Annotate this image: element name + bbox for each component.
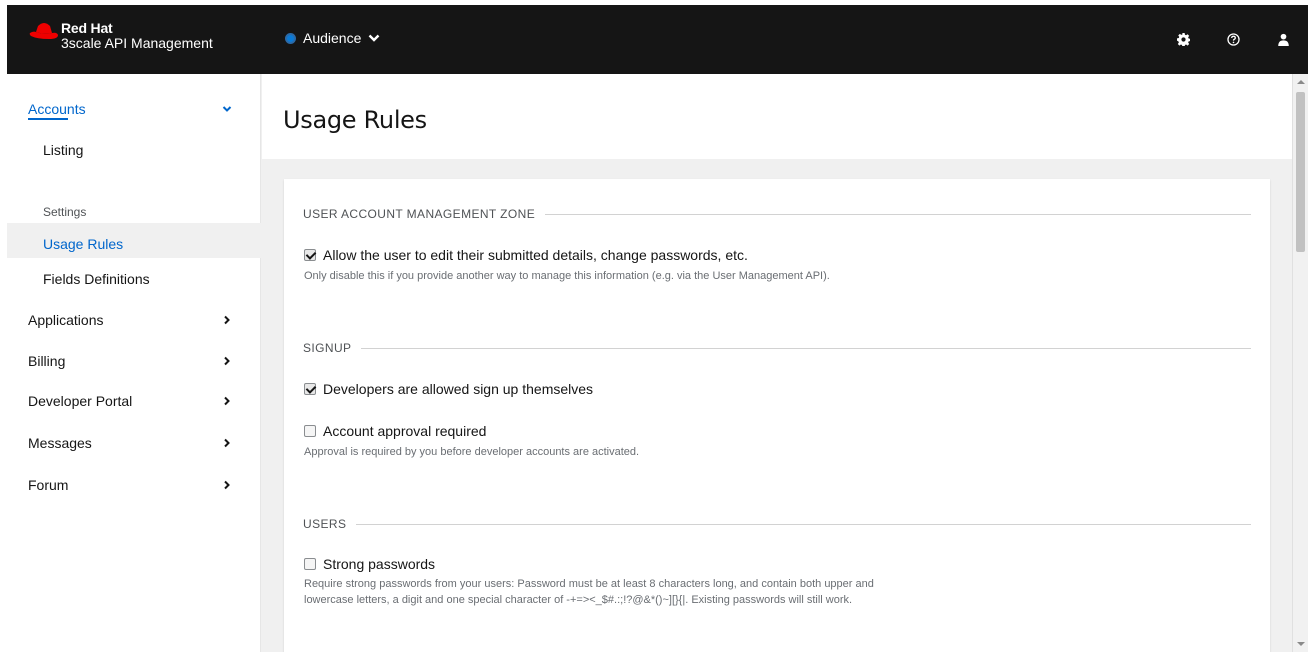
context-label: Audience [303,30,362,46]
edit-details-checkbox[interactable] [304,249,316,261]
context-selector[interactable]: Audience [285,30,380,46]
divider [545,213,1251,215]
page-header: Usage Rules [262,74,1292,159]
checkbox-label: Strong passwords [323,556,436,572]
help-text-line: lowercase letters, a digit and one speci… [304,594,853,606]
scroll-down-arrow-icon[interactable] [1297,642,1305,646]
chevron-right-icon[interactable] [222,396,232,406]
checkbox-label: Account approval required [323,423,487,439]
strong-passwords-checkbox-row[interactable]: Strong passwords [304,556,435,572]
chevron-right-icon[interactable] [222,356,232,366]
section-legend-signup: SIGNUP [303,341,1251,355]
sidebar-item-developer-portal[interactable]: Developer Portal [28,393,132,409]
section-legend-user-account: USER ACCOUNT MANAGEMENT ZONE [303,207,1251,221]
legend-text: USER ACCOUNT MANAGEMENT ZONE [303,207,536,221]
chevron-down-icon [369,34,380,42]
section-legend-users: USERS [303,517,1251,531]
sidebar-item-applications[interactable]: Applications [28,312,104,328]
red-hat-logo-icon [29,23,58,39]
chevron-right-icon[interactable] [222,480,232,490]
sidebar-item-forum[interactable]: Forum [28,477,68,493]
usage-rules-form: USER ACCOUNT MANAGEMENT ZONE Allow the u… [284,179,1270,652]
active-indicator [28,118,68,120]
help-text: Require strong passwords from your users… [304,576,874,608]
question-circle-icon [1226,33,1240,46]
help-text-line: Require strong passwords from your users… [304,578,874,590]
sidebar-item-billing[interactable]: Billing [28,353,65,369]
checkbox-label: Developers are allowed sign up themselve… [323,381,594,397]
strong-passwords-checkbox[interactable] [304,558,316,570]
chevron-down-icon[interactable] [222,104,232,114]
help-text: Only disable this if you provide another… [304,270,830,282]
masthead: Red Hat 3scale API Management Audience [7,5,1308,74]
sidebar-item-accounts[interactable]: Accounts [28,101,86,117]
sidebar-subitem-listing[interactable]: Listing [43,142,83,158]
developer-signup-checkbox-row[interactable]: Developers are allowed sign up themselve… [304,381,593,397]
gear-icon [1176,33,1190,46]
scroll-up-arrow-icon[interactable] [1297,80,1305,84]
sidebar: Accounts Listing Settings Usage Rules Fi… [7,74,261,652]
edit-details-checkbox-row[interactable]: Allow the user to edit their submitted d… [304,247,748,263]
legend-text: USERS [303,517,347,531]
help-button[interactable] [1208,5,1258,74]
scrollbar-thumb[interactable] [1296,92,1305,252]
developer-signup-checkbox[interactable] [304,383,316,395]
product-name: 3scale API Management [61,35,213,51]
masthead-toolbar [1158,5,1308,74]
brand-text: Red Hat 3scale API Management [61,21,213,51]
vertical-scrollbar[interactable] [1292,74,1308,652]
brand-name: Red Hat [61,20,113,36]
sidebar-item-messages[interactable]: Messages [28,435,92,451]
account-approval-checkbox[interactable] [304,425,316,437]
help-text: Approval is required by you before devel… [304,446,640,458]
chevron-right-icon[interactable] [222,438,232,448]
checkbox-label: Allow the user to edit their submitted d… [323,247,748,263]
sidebar-group-settings: Settings [43,205,87,219]
chevron-right-icon[interactable] [222,315,232,325]
app-window: Red Hat 3scale API Management Audience A… [7,5,1308,652]
page-title: Usage Rules [283,106,427,134]
audience-icon [285,32,296,44]
settings-button[interactable] [1158,5,1208,74]
user-icon [1277,33,1289,46]
divider [361,347,1251,349]
sidebar-subitem-usage-rules[interactable]: Usage Rules [43,236,123,252]
sidebar-subitem-fields-definitions[interactable]: Fields Definitions [43,271,150,287]
divider [356,523,1251,525]
legend-text: SIGNUP [303,341,352,355]
account-approval-checkbox-row[interactable]: Account approval required [304,423,486,439]
user-menu-button[interactable] [1258,5,1308,74]
brand-logo[interactable]: Red Hat 3scale API Management [29,21,213,51]
